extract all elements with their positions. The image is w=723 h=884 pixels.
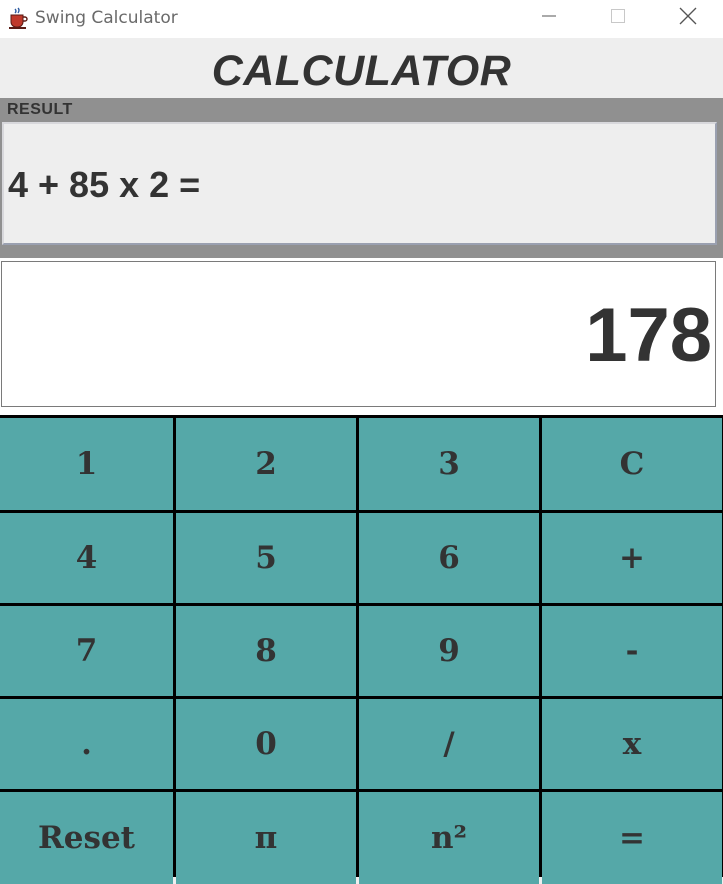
key-3-button[interactable]: 3 <box>359 418 539 510</box>
close-button[interactable] <box>653 0 723 36</box>
display-field[interactable]: 178 <box>1 261 716 407</box>
key-4-button[interactable]: 4 <box>0 513 173 603</box>
key-2-button[interactable]: 2 <box>176 418 356 510</box>
square-button[interactable]: n² <box>359 792 539 884</box>
equals-button[interactable]: = <box>542 792 722 884</box>
key-9-button[interactable]: 9 <box>359 606 539 696</box>
calculator-heading: CALCULATOR <box>0 38 723 99</box>
divide-button[interactable]: / <box>359 699 539 789</box>
reset-button[interactable]: Reset <box>0 792 173 884</box>
result-area: 4 + 85 x 2 = <box>2 122 717 245</box>
expression-text: 4 + 85 x 2 = <box>8 164 201 205</box>
key-7-button[interactable]: 7 <box>0 606 173 696</box>
maximize-button[interactable] <box>583 0 653 36</box>
maximize-icon <box>609 7 627 29</box>
java-cup-icon <box>6 6 30 30</box>
key-8-button[interactable]: 8 <box>176 606 356 696</box>
clear-button[interactable]: C <box>542 418 722 510</box>
minimize-icon <box>540 7 558 29</box>
pi-button[interactable]: π <box>176 792 356 884</box>
display-container: 178 <box>0 258 723 416</box>
result-panel: RESULT 4 + 85 x 2 = <box>0 98 723 258</box>
key-0-button[interactable]: 0 <box>176 699 356 789</box>
keypad: 1 2 3 C 4 5 6 + 7 8 9 - . 0 / x Reset π … <box>0 415 723 884</box>
plus-button[interactable]: + <box>542 513 722 603</box>
key-1-button[interactable]: 1 <box>0 418 173 510</box>
close-icon <box>678 6 698 30</box>
result-legend: RESULT <box>7 101 73 118</box>
key-5-button[interactable]: 5 <box>176 513 356 603</box>
window-titlebar[interactable]: Swing Calculator <box>0 0 723 38</box>
minus-button[interactable]: - <box>542 606 722 696</box>
multiply-button[interactable]: x <box>542 699 722 789</box>
minimize-button[interactable] <box>514 0 584 36</box>
window-title: Swing Calculator <box>35 8 178 28</box>
display-value: 178 <box>585 293 712 378</box>
key-6-button[interactable]: 6 <box>359 513 539 603</box>
decimal-point-button[interactable]: . <box>0 699 173 789</box>
